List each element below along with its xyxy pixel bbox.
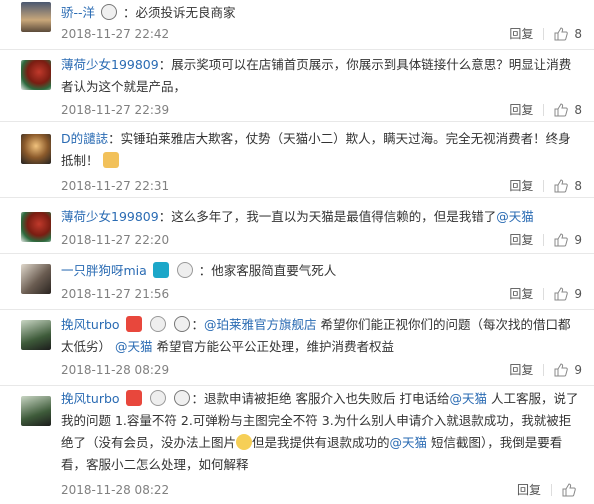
reply-button[interactable]: 回复	[509, 100, 533, 120]
reply-button[interactable]: 回复	[517, 480, 541, 500]
avatar[interactable]	[21, 134, 51, 164]
comment-username[interactable]: 骄--洋	[61, 5, 95, 20]
divider	[543, 288, 545, 300]
like-button[interactable]: 8	[554, 100, 582, 120]
comment-text: 但是我提供有退款成功的	[252, 435, 390, 450]
avatar[interactable]	[21, 396, 51, 426]
comment-item: 薄荷少女199809：展示奖项可以在店铺首页展示，你展示到具体链接什么意思？明显…	[0, 50, 594, 122]
vip-badge-icon	[125, 390, 142, 406]
like-count: 8	[574, 27, 582, 41]
comment-username[interactable]: 薄荷少女199809	[61, 57, 159, 72]
like-button[interactable]: 8	[554, 176, 582, 196]
comment-item: 骄--洋 ：必须投诉无良商家 2018-11-27 22:42 回复 8	[0, 0, 594, 50]
like-button[interactable]: 9	[554, 230, 582, 250]
thumbs-up-icon	[562, 483, 576, 497]
avatar[interactable]	[21, 320, 51, 350]
thumbs-up-icon	[554, 103, 569, 117]
vip-badge-icon	[125, 316, 142, 332]
divider	[543, 28, 545, 40]
comment-time: 2018-11-27 22:31	[61, 179, 170, 193]
divider	[551, 484, 552, 496]
mention-link[interactable]: @珀莱雅官方旗舰店	[204, 317, 317, 332]
comment-time: 2018-11-27 21:56	[61, 287, 170, 301]
sad-face-emoji-icon	[236, 434, 253, 450]
reply-button[interactable]: 回复	[509, 176, 533, 196]
level-badge-icon	[176, 262, 193, 278]
level-badge-icon	[149, 316, 166, 332]
comment-username[interactable]: 挽风turbo	[61, 317, 120, 332]
comment-text-prefix: ：退款申请被拒绝 客服介入也失败后 打电话给	[191, 391, 450, 406]
like-button[interactable]: 9	[554, 360, 582, 380]
comment-username[interactable]: 一只胖狗呀mia	[61, 263, 147, 278]
like-button[interactable]: 8	[554, 24, 582, 44]
comment-username[interactable]: 薄荷少女199809	[61, 209, 159, 224]
comment-text-prefix: ：	[191, 317, 205, 332]
divider	[543, 234, 545, 246]
avatar[interactable]	[21, 212, 51, 242]
reply-button[interactable]: 回复	[509, 284, 533, 304]
reply-button[interactable]: 回复	[509, 230, 533, 250]
thumbs-up-icon	[554, 179, 569, 193]
comment-time: 2018-11-27 22:39	[61, 103, 170, 117]
like-button[interactable]	[562, 483, 582, 497]
mention-link[interactable]: @天猫	[115, 339, 153, 354]
like-count: 9	[574, 363, 582, 377]
comment-text: ：必须投诉无良商家	[123, 5, 236, 20]
thumbs-up-icon	[554, 287, 569, 301]
thumbs-up-icon	[554, 233, 569, 247]
camera-badge-icon	[152, 262, 169, 278]
like-count: 8	[574, 179, 582, 193]
comment-time: 2018-11-27 22:42	[61, 27, 170, 41]
mention-link[interactable]: @天猫	[449, 391, 487, 406]
comment-item: D的譴誌：实锤珀莱雅店大欺客，仗势（天猫小二）欺人，瞒天过海。完全无视消费者！终…	[0, 122, 594, 198]
comment-item: 挽风turbo ：@珀莱雅官方旗舰店 希望你们能正视你们的问题（每次找的借口都太…	[0, 310, 594, 386]
divider	[543, 180, 545, 192]
comment-username[interactable]: D的譴誌	[61, 131, 108, 146]
panda-icon	[173, 390, 190, 406]
avatar[interactable]	[21, 264, 51, 294]
comment-text: ：这么多年了，我一直以为天猫是最值得信赖的，但是我错了	[158, 209, 497, 224]
level-badge-icon	[149, 390, 166, 406]
like-button[interactable]: 9	[554, 284, 582, 304]
comment-time: 2018-11-28 08:29	[61, 363, 170, 377]
thumbs-up-icon	[554, 363, 569, 377]
comment-item: 一只胖狗呀mia ：他家客服简直要气死人 2018-11-27 21:56 回复…	[0, 254, 594, 310]
comment-item: 薄荷少女199809：这么多年了，我一直以为天猫是最值得信赖的，但是我错了@天猫…	[0, 198, 594, 254]
like-count: 9	[574, 233, 582, 247]
comment-time: 2018-11-28 08:22	[61, 483, 170, 497]
comment-time: 2018-11-27 22:20	[61, 233, 170, 247]
mention-link[interactable]: @天猫	[496, 209, 534, 224]
divider	[543, 364, 545, 376]
avatar[interactable]	[21, 60, 51, 90]
comment-text-suffix: 希望官方能公平公正处理，维护消费者权益	[152, 339, 394, 354]
panda-icon	[101, 4, 118, 20]
comment-list: 骄--洋 ：必须投诉无良商家 2018-11-27 22:42 回复 8 薄荷少…	[0, 0, 594, 504]
comment-text: ：实锤珀莱雅店大欺客，仗势（天猫小二）欺人，瞒天过海。完全无视消费者！终身抵制！	[61, 131, 571, 168]
divider	[543, 104, 545, 116]
avatar[interactable]	[21, 2, 51, 32]
reply-button[interactable]: 回复	[509, 360, 533, 380]
comment-item: 挽风turbo ：退款申请被拒绝 客服介入也失败后 打电话给@天猫 人工客服，说…	[0, 386, 594, 504]
mention-link[interactable]: @天猫	[390, 435, 428, 450]
reply-button[interactable]: 回复	[509, 24, 533, 44]
like-count: 8	[574, 103, 582, 117]
like-count: 9	[574, 287, 582, 301]
thumbs-down-emoji-icon	[102, 152, 119, 168]
comment-text: ：他家客服简直要气死人	[198, 263, 337, 278]
comment-username[interactable]: 挽风turbo	[61, 391, 120, 406]
panda-icon	[173, 316, 190, 332]
thumbs-up-icon	[554, 27, 569, 41]
